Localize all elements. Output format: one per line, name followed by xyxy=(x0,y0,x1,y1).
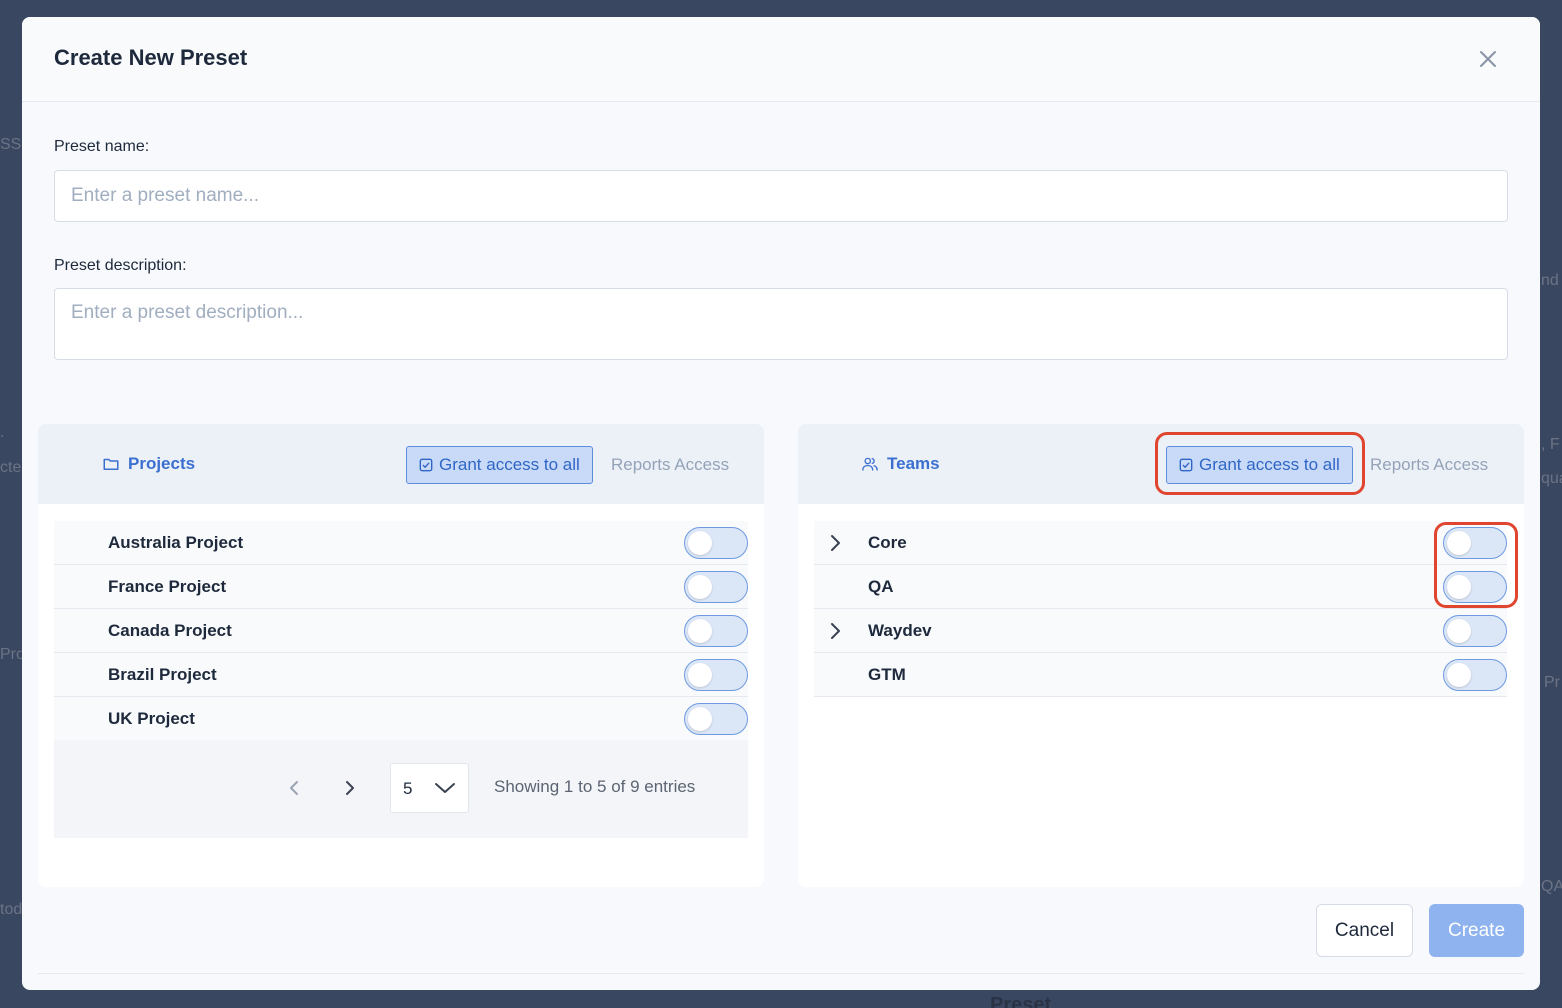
create-preset-modal: Create New Preset Preset name: Preset de… xyxy=(22,17,1540,990)
project-access-toggle[interactable] xyxy=(684,659,748,691)
project-access-toggle[interactable] xyxy=(684,571,748,603)
preset-name-label: Preset name: xyxy=(54,138,150,155)
backdrop-text: QA xyxy=(1541,878,1562,895)
toggle-knob xyxy=(688,663,712,687)
project-access-toggle[interactable] xyxy=(684,527,748,559)
backdrop-text: Preset xyxy=(990,994,1052,1008)
chevron-right-icon[interactable] xyxy=(824,619,846,643)
toggle-knob xyxy=(1447,619,1471,643)
grant-access-label: Grant access to all xyxy=(1199,455,1340,474)
preset-description-label: Preset description: xyxy=(54,257,187,274)
team-row: GTM xyxy=(814,653,1507,697)
preset-name-input[interactable] xyxy=(54,170,1508,222)
backdrop-text: SS xyxy=(0,136,22,153)
projects-reports-access-header: Reports Access xyxy=(611,455,730,474)
project-row: Brazil Project xyxy=(54,653,748,697)
modal-header: Create New Preset xyxy=(22,17,1540,102)
team-name: Core xyxy=(868,533,907,552)
project-name: Australia Project xyxy=(108,533,244,552)
preset-description-input[interactable] xyxy=(54,288,1508,360)
cancel-button[interactable]: Cancel xyxy=(1316,904,1413,957)
team-access-toggle[interactable] xyxy=(1443,527,1507,559)
projects-panel: Projects Grant access to all Reports Acc… xyxy=(38,424,764,887)
teams-panel: Teams Grant access to all Reports Access… xyxy=(798,424,1524,887)
close-icon xyxy=(1480,51,1496,67)
teams-reports-access-header: Reports Access xyxy=(1370,455,1489,474)
project-name: UK Project xyxy=(108,709,195,728)
team-row: QA xyxy=(814,565,1507,609)
project-access-toggle[interactable] xyxy=(684,703,748,735)
teams-title: Teams xyxy=(861,454,940,474)
projects-grant-access-button[interactable]: Grant access to all xyxy=(406,446,593,484)
projects-title: Projects xyxy=(102,454,195,474)
team-access-toggle[interactable] xyxy=(1443,659,1507,691)
project-name: Brazil Project xyxy=(108,665,217,684)
toggle-knob xyxy=(1447,531,1471,555)
project-name: France Project xyxy=(108,577,227,596)
checkbox-icon xyxy=(419,458,433,472)
projects-panel-header: Projects Grant access to all Reports Acc… xyxy=(38,424,764,504)
backdrop-text: qua xyxy=(1541,470,1562,487)
footer-divider xyxy=(38,973,1524,974)
project-row: Canada Project xyxy=(54,609,748,653)
teams-panel-header: Teams Grant access to all Reports Access xyxy=(798,424,1524,504)
project-row: UK Project xyxy=(54,697,748,741)
chevron-down-icon xyxy=(435,783,455,793)
chevron-right-icon[interactable] xyxy=(340,776,360,800)
page-size-value: 5 xyxy=(403,779,413,798)
close-button[interactable] xyxy=(1476,47,1500,71)
chevron-left-icon[interactable] xyxy=(284,776,304,800)
backdrop-text: . xyxy=(0,424,5,441)
toggle-knob xyxy=(688,619,712,643)
backdrop-text: nd xyxy=(1541,272,1559,289)
create-button[interactable]: Create xyxy=(1429,904,1524,957)
backdrop-text: cte xyxy=(0,459,22,476)
team-row: Waydev xyxy=(814,609,1507,653)
team-name: QA xyxy=(868,577,894,596)
team-name: GTM xyxy=(868,665,906,684)
project-name: Canada Project xyxy=(108,621,232,640)
modal-title: Create New Preset xyxy=(54,45,248,70)
users-icon xyxy=(862,457,878,471)
project-row: France Project xyxy=(54,565,748,609)
backdrop-text: tod xyxy=(0,901,23,918)
folder-icon xyxy=(103,458,119,470)
teams-grant-access-button[interactable]: Grant access to all xyxy=(1166,446,1353,484)
chevron-right-icon[interactable] xyxy=(824,531,846,555)
page-size-select[interactable]: 5 xyxy=(390,763,469,813)
toggle-knob xyxy=(1447,575,1471,599)
checkbox-icon xyxy=(1179,458,1193,472)
toggle-knob xyxy=(1447,663,1471,687)
toggle-knob xyxy=(688,575,712,599)
entries-summary: Showing 1 to 5 of 9 entries xyxy=(494,777,696,796)
teams-title-label: Teams xyxy=(887,454,940,473)
team-row: Core xyxy=(814,521,1507,565)
backdrop-text: , F xyxy=(1541,436,1560,453)
project-access-toggle[interactable] xyxy=(684,615,748,647)
toggle-knob xyxy=(688,707,712,731)
toggle-knob xyxy=(688,531,712,555)
pagination: 5 Showing 1 to 5 of 9 entries xyxy=(54,740,748,838)
projects-title-label: Projects xyxy=(128,454,196,473)
team-access-toggle[interactable] xyxy=(1443,571,1507,603)
project-row: Australia Project xyxy=(54,521,748,565)
grant-access-label: Grant access to all xyxy=(439,455,580,474)
backdrop-text: Pr xyxy=(1544,674,1560,691)
team-name: Waydev xyxy=(868,621,932,640)
team-access-toggle[interactable] xyxy=(1443,615,1507,647)
